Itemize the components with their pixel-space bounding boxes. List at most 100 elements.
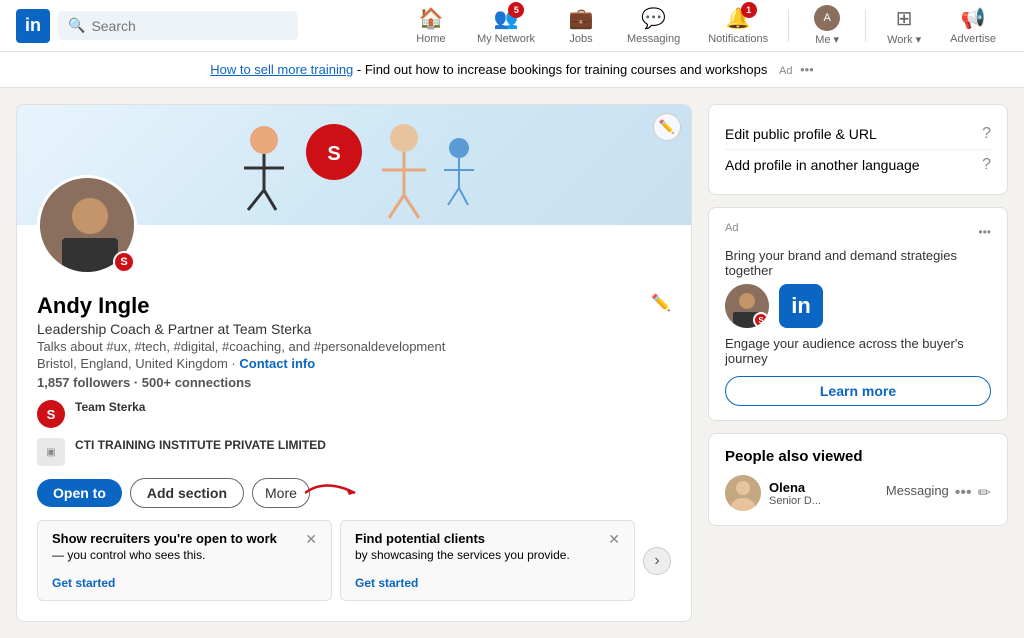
nav-divider-2 [865,10,866,42]
people-also-viewed-title: People also viewed [725,448,991,465]
nav-label-messaging: Messaging [627,33,680,45]
nav-item-work[interactable]: ⊞ Work ▾ [874,0,934,52]
person-name-olena: Olena [769,480,821,495]
clients-card-subtitle: by showcasing the services you provide. [355,548,570,562]
ad-options-dots[interactable]: ••• [978,225,991,239]
nav-items: 🏠 Home 👥 5 My Network 💼 Jobs 💬 Messaging… [401,0,1008,52]
edit-public-profile-label: Edit public profile & URL [725,126,877,142]
sidebar-ad-sub: Engage your audience across the buyer's … [725,336,991,366]
ad-banner-description: - Find out how to increase bookings for … [357,62,767,77]
messaging-edit-button[interactable]: ✏ [978,483,991,503]
edit-banner-button[interactable]: ✏️ [653,113,681,141]
profile-hashtags: Talks about #ux, #tech, #digital, #coach… [37,339,445,354]
nav-item-network[interactable]: 👥 5 My Network [465,0,547,51]
recruiter-card-title: Show recruiters you're open to work [52,531,317,546]
nav-label-work: Work ▾ [887,33,921,46]
network-icon: 👥 5 [494,6,519,31]
contact-info-link[interactable]: Contact info [239,356,315,371]
more-button-container: More [252,478,310,508]
svg-text:S: S [327,143,340,165]
nav-item-messaging[interactable]: 💬 Messaging [615,0,692,51]
notifications-icon: 🔔 1 [726,6,751,31]
ad-label: Ad [779,65,792,77]
person-avatar-olena [725,475,761,511]
avatar-status-badge: S [113,251,135,273]
company-row-2: ▣ CTI TRAINING INSTITUTE PRIVATE LIMITED [37,438,445,466]
more-button[interactable]: More [252,478,310,508]
network-badge: 5 [508,2,524,18]
learn-more-button[interactable]: Learn more [725,376,991,406]
edit-profile-button[interactable]: ✏️ [651,293,671,313]
company-name-2[interactable]: CTI TRAINING INSTITUTE PRIVATE LIMITED [75,438,326,466]
messaging-icon: 💬 [641,6,666,31]
messaging-label: Messaging [886,483,949,503]
search-icon: 🔍 [68,17,85,34]
recruiter-card-close[interactable]: ✕ [305,531,317,548]
clients-card-cta[interactable]: Get started [355,576,418,590]
work-icon: ⊞ [896,6,913,31]
help-icon-1[interactable]: ? [982,125,991,143]
people-also-viewed-card: People also viewed Olena Senior D... Mes… [708,433,1008,526]
recruiter-card: ✕ Show recruiters you're open to work — … [37,520,332,601]
nav-label-notifications: Notifications [708,33,768,45]
followers-count[interactable]: 1,857 followers [37,375,130,390]
ad-options-icon[interactable]: ••• [800,62,814,77]
ad-banner: How to sell more training - Find out how… [0,52,1024,88]
profile-avatar-container: S [37,175,137,275]
nav-divider-1 [788,10,789,42]
clients-card-close[interactable]: ✕ [608,531,620,548]
clients-card-title: Find potential clients [355,531,620,546]
profile-name: Andy Ingle [37,293,445,319]
nav-item-notifications[interactable]: 🔔 1 Notifications [696,0,780,51]
right-sidebar: Edit public profile & URL ? Add profile … [708,104,1008,622]
connections-count[interactable]: 500+ connections [142,375,251,390]
jobs-icon: 💼 [569,6,594,31]
profile-tools-card: Edit public profile & URL ? Add profile … [708,104,1008,195]
person-info-olena: Olena Senior D... [769,480,821,507]
profile-actions: Open to Add section More [37,478,671,508]
nav-item-advertise[interactable]: 📢 Advertise [938,0,1008,51]
sidebar-ad-label: Ad [725,222,738,234]
profile-stats: 1,857 followers · 500+ connections [37,375,445,390]
nav-item-me[interactable]: A Me ▾ [797,0,857,52]
navbar: in 🔍 🏠 Home 👥 5 My Network 💼 Jobs 💬 Mess… [0,0,1024,52]
info-cards-row: ✕ Show recruiters you're open to work — … [37,520,671,601]
profile-headline: Leadership Coach & Partner at Team Sterk… [37,321,445,337]
edit-public-profile-item[interactable]: Edit public profile & URL ? [725,119,991,150]
help-icon-2[interactable]: ? [982,156,991,174]
banner-illustration: S [204,110,504,220]
company-row: S Team Sterka [37,400,445,428]
recruiter-card-cta[interactable]: Get started [52,576,115,590]
linkedin-logo[interactable]: in [16,9,50,43]
nav-label-advertise: Advertise [950,33,996,45]
sidebar-ad-card: Ad ••• Bring your brand and demand strat… [708,207,1008,421]
profile-card: S ✏️ [16,104,692,622]
sidebar-ad-avatar: S [725,284,769,328]
profile-location: Bristol, England, United Kingdom · Conta… [37,356,445,371]
messaging-options-button[interactable]: ••• [955,483,972,503]
nav-label-me: Me ▾ [815,33,839,46]
sidebar-ad-content: S in [725,284,991,328]
search-bar[interactable]: 🔍 [58,11,298,40]
add-language-profile-item[interactable]: Add profile in another language ? [725,150,991,180]
company-name-1[interactable]: Team Sterka [75,400,145,428]
clients-card: ✕ Find potential clients by showcasing t… [340,520,635,601]
add-section-button[interactable]: Add section [130,478,244,508]
nav-item-jobs[interactable]: 💼 Jobs [551,0,611,51]
me-avatar: A [814,5,840,31]
sidebar-ad-title: Bring your brand and demand strategies t… [725,248,991,278]
search-input[interactable] [91,18,288,34]
arrow-annotation [305,473,365,513]
advertise-icon: 📢 [961,6,986,31]
open-to-button[interactable]: Open to [37,479,122,507]
cards-next-button[interactable]: › [643,547,671,575]
recruiter-card-subtitle: — you control who sees this. [52,548,205,562]
home-icon: 🏠 [419,6,444,31]
person-row: Olena Senior D... Messaging ••• ✏ [725,475,991,511]
nav-label-home: Home [416,33,445,45]
ad-banner-link[interactable]: How to sell more training [210,62,353,77]
main-layout: S ✏️ [0,88,1024,638]
profile-body: Andy Ingle Leadership Coach & Partner at… [17,285,691,621]
person-actions-messaging: Messaging ••• ✏ [886,483,991,503]
nav-item-home[interactable]: 🏠 Home [401,0,461,51]
